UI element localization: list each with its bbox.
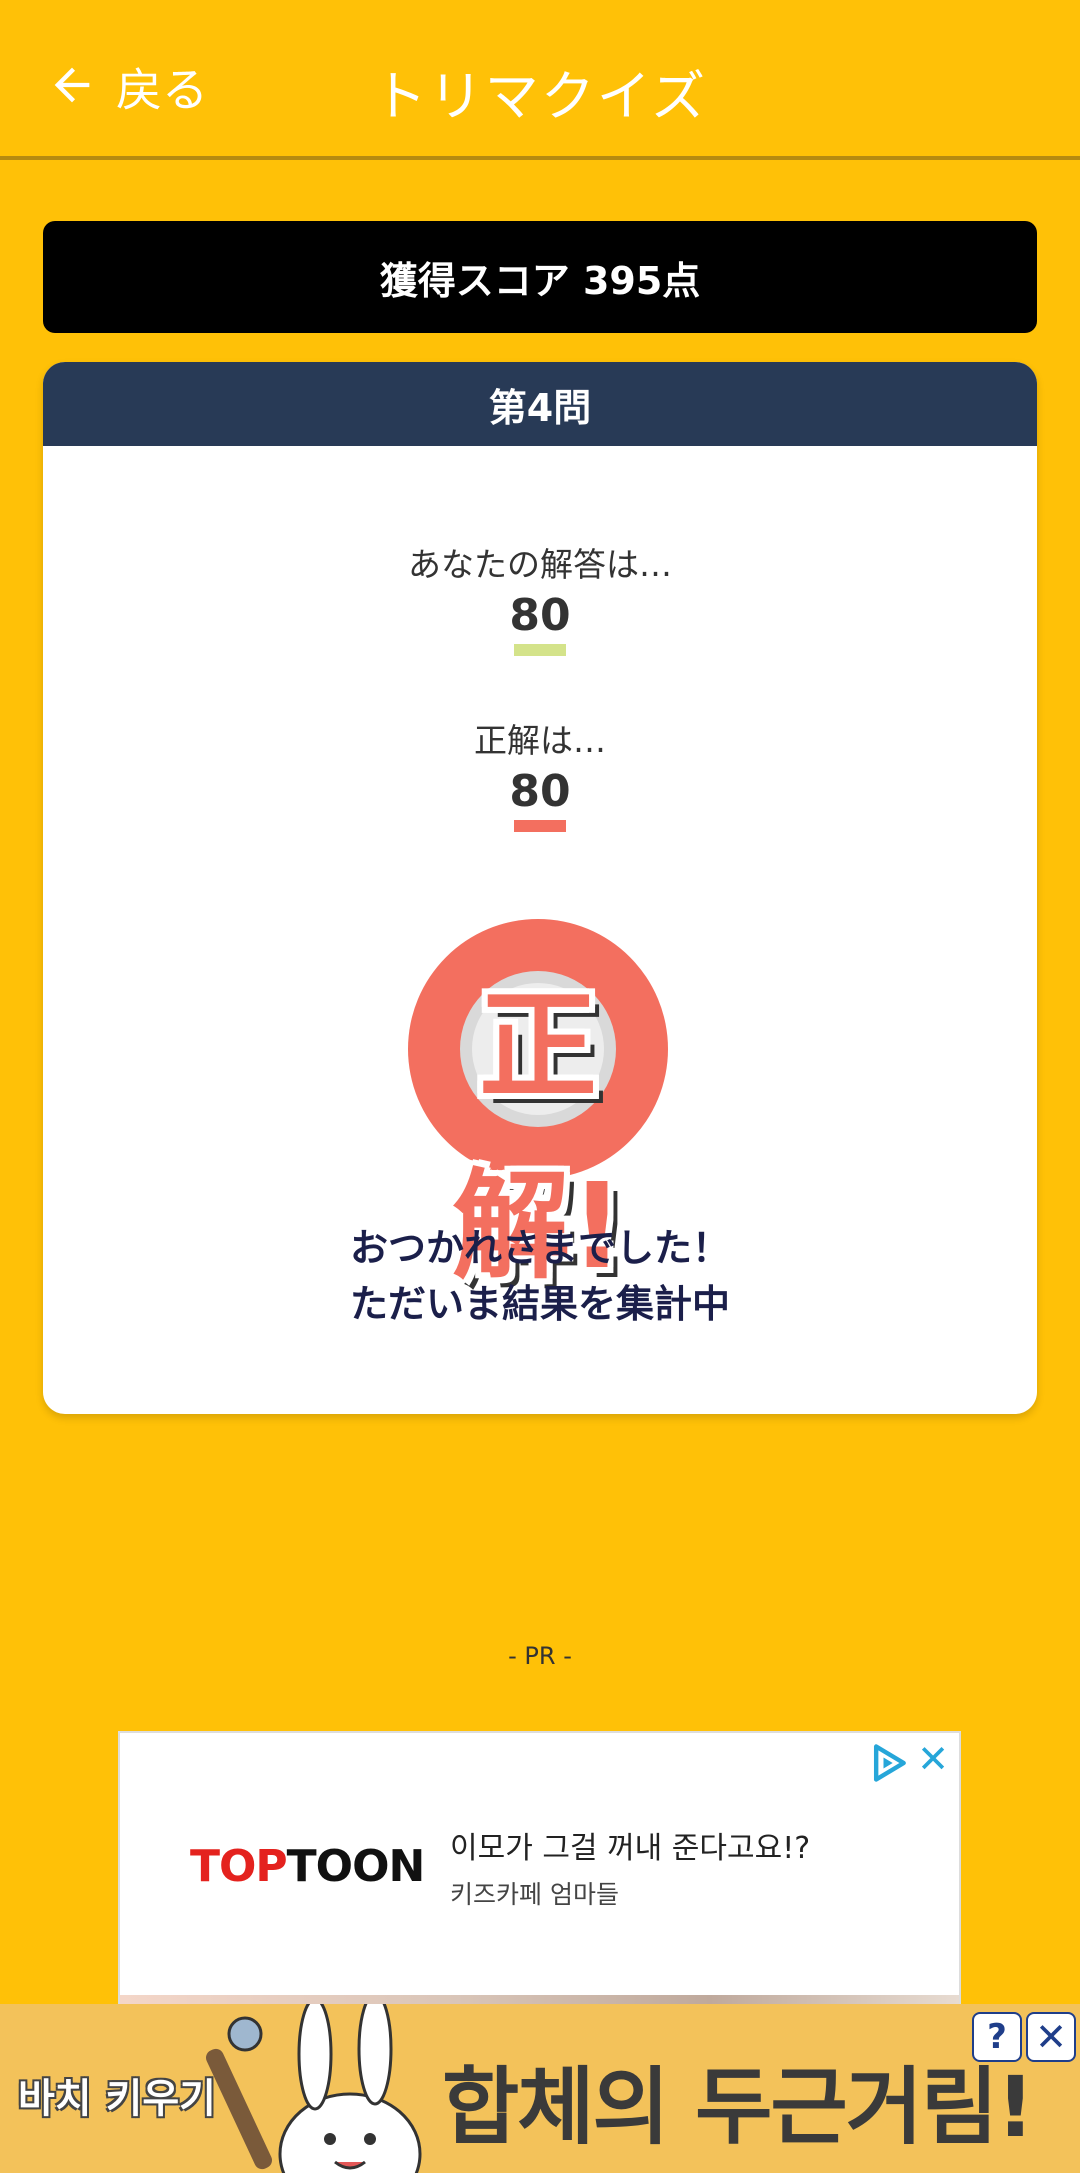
completion-message: おつかれさまでした！ ただいま結果を集計中 [43,1220,1037,1332]
ad-close-icon[interactable]: ✕ [915,1740,951,1778]
question-card: 第4問 あなたの解答は… 80 正解は… 80 正解! おつかれさまでした！ た… [43,362,1037,1414]
banner-headline: 합체의 두근거림! [442,2058,1035,2156]
correct-stamp: 正解! [403,914,673,1295]
banner-help-icon[interactable]: ? [972,2012,1022,2062]
bottom-banner-ad[interactable]: 바치 키우기 합체의 두근거림! ? ✕ [0,2004,1080,2173]
correct-answer-value: 80 [509,766,571,817]
correct-answer-label: 正解は… [474,721,606,760]
banner-game-logo: 바치 키우기 [18,2076,216,2122]
banner-close-icon[interactable]: ✕ [1026,2012,1076,2062]
your-answer-underline [514,644,566,656]
page-title: トリマクイズ [372,65,708,128]
your-answer-value: 80 [509,590,571,641]
score-bar: 獲得スコア 395点 [43,221,1037,333]
completion-message-line2: ただいま結果を集計中 [349,1282,730,1326]
ad-subline: 키즈카페 엄마들 [450,1880,619,1909]
app-header: 戻る トリマクイズ [0,0,1080,160]
question-heading: 第4問 [43,362,1037,446]
ad-choices-icon[interactable] [867,1741,911,1785]
ad-headline[interactable]: 이모가 그걸 꺼내 준다고요!? [450,1823,810,1867]
pr-label: - PR - [508,1642,572,1670]
your-answer-label: あなたの解答は… [408,545,672,584]
correct-stamp-text: 正解! [452,977,624,1295]
correct-answer-underline [514,820,566,832]
toptoon-logo: TOPTOON [190,1841,425,1892]
completion-message-line1: おつかれさまでした！ [349,1226,730,1270]
ad-card[interactable]: ✕ TOPTOON 이모가 그걸 꺼내 준다고요!? 키즈카페 엄마들 [118,1731,961,2031]
rabbit-character-icon [206,2004,422,2173]
